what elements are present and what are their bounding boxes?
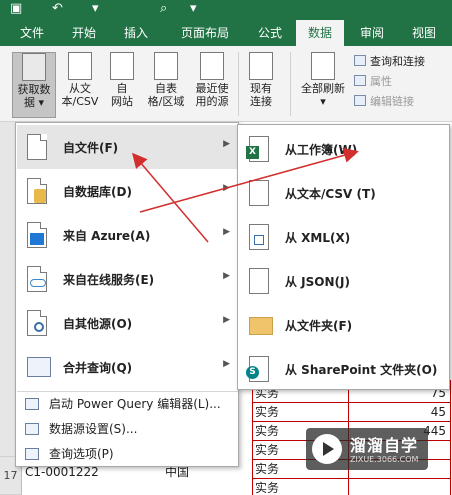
folder-icon <box>249 317 273 335</box>
settings-icon <box>25 423 39 435</box>
database-icon <box>27 178 47 204</box>
ribbon-tabs: 文件 开始 插入 页面布局 公式 数据 审阅 视图 <box>0 20 452 46</box>
menu-item-from-xml[interactable]: 从 XML(X) <box>239 215 449 259</box>
menu-item-launch-power-query[interactable]: 启动 Power Query 编辑器(L)... <box>17 394 238 414</box>
gear-icon <box>27 310 47 336</box>
from-web-button[interactable]: 自 网站 <box>104 52 140 108</box>
table-cell[interactable]: 实务 <box>252 403 348 422</box>
ribbon-separator <box>290 52 291 116</box>
grid-line <box>252 380 253 495</box>
ribbon-separator <box>238 52 239 116</box>
tab-view[interactable]: 视图 <box>402 20 446 46</box>
menu-separator <box>17 391 238 392</box>
save-icon[interactable]: ▣ <box>10 1 22 16</box>
menu-item-from-azure[interactable]: 来自 Azure(A) ▶ <box>17 213 238 257</box>
menu-item-from-sharepoint-folder[interactable]: S 从 SharePoint 文件夹(O) <box>239 347 449 391</box>
cloud-icon <box>27 266 47 292</box>
chevron-right-icon: ▶ <box>223 315 230 325</box>
table-icon <box>27 357 51 377</box>
azure-icon <box>27 222 47 248</box>
chevron-right-icon: ▶ <box>223 227 230 237</box>
menu-item-from-other-sources[interactable]: 自其他源(O) ▶ <box>17 301 238 345</box>
grid-line <box>450 380 451 495</box>
tab-data[interactable]: 数据 <box>296 20 344 46</box>
get-data-menu: 自文件(F) ▶ 自数据库(D) ▶ 来自 Azure(A) ▶ 来自在线服务(… <box>15 122 239 467</box>
connection-icon <box>249 52 273 80</box>
menu-item-combine-queries[interactable]: 合并查询(Q) ▶ <box>17 345 238 389</box>
chevron-right-icon: ▶ <box>223 271 230 281</box>
clock-icon <box>200 52 224 80</box>
edit-links-button[interactable]: 编辑链接 <box>354 94 414 110</box>
menu-item-from-database[interactable]: 自数据库(D) ▶ <box>17 169 238 213</box>
tab-review[interactable]: 审阅 <box>350 20 394 46</box>
queries-connections-button[interactable]: 查询和连接 <box>354 54 425 70</box>
menu-item-query-options[interactable]: 查询选项(P) <box>17 444 238 464</box>
excel-icon: X <box>246 136 269 162</box>
json-icon <box>249 268 269 294</box>
table-icon <box>154 52 178 80</box>
get-data-button[interactable]: 获取数 据 ▾ <box>12 52 56 118</box>
text-file-icon <box>249 180 269 206</box>
refresh-icon <box>311 52 335 80</box>
menu-item-from-json[interactable]: 从 JSON(J) <box>239 259 449 303</box>
menu-item-data-source-settings[interactable]: 数据源设置(S)... <box>17 419 238 439</box>
dropdown-icon[interactable]: ▾ <box>92 1 99 16</box>
link-icon <box>354 95 366 106</box>
refresh-all-button[interactable]: 全部刷新 ▾ <box>296 52 350 108</box>
sharepoint-icon: S <box>246 356 269 382</box>
power-query-icon <box>25 398 39 410</box>
table-cell[interactable]: 实务 <box>252 479 348 495</box>
from-file-submenu: X 从工作簿(W) 从文本/CSV (T) 从 XML(X) 从 JSON(J)… <box>237 124 450 390</box>
recent-sources-button[interactable]: 最近使 用的源 <box>190 52 234 108</box>
menu-item-from-folder[interactable]: 从文件夹(F) <box>239 303 449 347</box>
file-icon <box>27 134 47 160</box>
ribbon-data: 获取数 据 ▾ 从文 本/CSV 自 网站 自表 格/区域 最近使 用的源 现有… <box>0 46 452 122</box>
tab-insert[interactable]: 插入 <box>114 20 158 46</box>
play-icon <box>312 434 342 464</box>
menu-item-from-text-csv[interactable]: 从文本/CSV (T) <box>239 171 449 215</box>
queries-icon <box>354 55 366 66</box>
options-icon <box>25 448 39 460</box>
from-text-csv-button[interactable]: 从文 本/CSV <box>60 52 100 108</box>
preview-icon[interactable]: ⌕ <box>160 1 167 16</box>
chevron-right-icon: ▶ <box>223 139 230 149</box>
table-cell[interactable] <box>348 479 450 495</box>
from-table-button[interactable]: 自表 格/区域 <box>144 52 188 108</box>
customize-icon[interactable]: ▾ <box>190 1 197 16</box>
watermark-logo: 溜溜自学 ZIXUE.3066.COM <box>306 428 428 470</box>
xml-icon <box>249 224 269 250</box>
web-icon <box>110 52 134 80</box>
undo-icon[interactable]: ↶ <box>52 1 63 16</box>
chevron-right-icon: ▶ <box>223 183 230 193</box>
tab-page-layout[interactable]: 页面布局 <box>170 20 240 46</box>
menu-item-from-workbook[interactable]: X 从工作簿(W) <box>239 127 449 171</box>
title-bar: ▣ ↶ ▾ ⌕ ▾ <box>0 0 452 20</box>
tab-home[interactable]: 开始 <box>62 20 106 46</box>
tab-file[interactable]: 文件 <box>10 20 54 46</box>
table-cell[interactable]: 45 <box>348 403 450 422</box>
tab-formulas[interactable]: 公式 <box>248 20 292 46</box>
menu-item-from-online-services[interactable]: 来自在线服务(E) ▶ <box>17 257 238 301</box>
properties-icon <box>354 75 366 86</box>
menu-item-from-file[interactable]: 自文件(F) ▶ <box>17 125 238 169</box>
chevron-right-icon: ▶ <box>223 359 230 369</box>
text-file-icon <box>68 52 92 80</box>
database-icon <box>22 53 46 81</box>
properties-button[interactable]: 属性 <box>354 74 392 90</box>
existing-connections-button[interactable]: 现有 连接 <box>244 52 278 108</box>
